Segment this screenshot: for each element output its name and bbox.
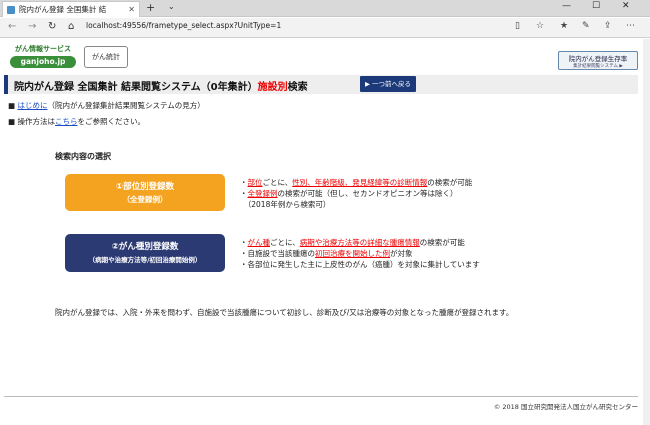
page-title-bar: 院内がん登録 全国集計 結果閲覧システム（0年集計）施設別検索	[4, 75, 638, 94]
intro-line-1: ■ はじめに（院内がん登録集計結果閲覧システムの見方）	[8, 100, 205, 111]
gan-toukei-button[interactable]: がん統計	[84, 46, 128, 68]
minimize-button[interactable]: —	[562, 1, 571, 11]
close-tab-icon[interactable]: ✕	[128, 5, 135, 14]
d: ・自施設で当該腫瘍の	[240, 249, 315, 258]
reading-view-icon[interactable]: ▯	[515, 21, 520, 31]
registration-note: 院内がん登録では、入院・外来を問わず、自施設で当該腫瘍について初診し、診断及び/…	[55, 308, 514, 317]
d: が対象	[390, 249, 413, 258]
more-icon[interactable]: ⋯	[626, 21, 635, 31]
logo-top-text: がん情報サービス	[15, 45, 71, 53]
browser-nav-bar: ← → ↻ ⌂ localhost:49556/frametype_select…	[0, 18, 650, 38]
d: 初回治療を開始した例	[315, 249, 390, 258]
d: 部位	[247, 178, 263, 187]
desc2-line2: ・自施設で当該腫瘍の初回治療を開始した例が対象	[240, 248, 413, 259]
favorites-hub-icon[interactable]: ★	[560, 21, 568, 31]
d: がん種	[247, 238, 271, 247]
survival-rate-title: 院内がん登録生存率	[568, 55, 628, 63]
d: の検索が可能	[419, 238, 465, 247]
d: ・各部位に発生した主に上皮性のがん（癌腫）を対象に集計しています	[240, 260, 480, 269]
favicon-icon	[7, 5, 15, 14]
intro-link[interactable]: はじめに	[17, 101, 47, 110]
survival-rate-subtitle: 集計結果閲覧システム ▶	[573, 64, 623, 69]
refresh-icon[interactable]: ↻	[48, 21, 56, 32]
favorite-star-icon[interactable]: ☆	[536, 21, 544, 31]
howto-prefix: ■ 操作方法は	[8, 117, 55, 126]
footer-divider	[4, 396, 638, 397]
tab-title: 院内がん登録 全国集計 結	[19, 5, 107, 14]
cancer-type-sublabel: （病期や治療方法等/初回治療開始例）	[88, 256, 202, 264]
cancer-type-count-button[interactable]: ②がん種別登録数 （病期や治療方法等/初回治療開始例）	[65, 234, 225, 272]
d: ・	[240, 238, 248, 247]
vertical-scrollbar[interactable]	[643, 39, 650, 425]
d: 性別、年齢階級、発見経緯等の診断情報	[292, 178, 428, 187]
intro-suffix: （院内がん登録集計結果閲覧システムの見方）	[47, 101, 205, 110]
home-icon[interactable]: ⌂	[68, 21, 74, 32]
d: の検索が可能	[427, 178, 473, 187]
d: ・	[240, 189, 248, 198]
desc2-line3: ・各部位に発生した主に上皮性のがん（癌腫）を対象に集計しています	[240, 259, 480, 270]
maximize-button[interactable]: ☐	[592, 1, 600, 11]
desc1-line3: （2018年例から検索可）	[240, 199, 330, 210]
browser-tab-bar: 院内がん登録 全国集計 結 ✕ + ⌄ — ☐ ✕	[0, 0, 650, 17]
d: ・	[240, 178, 248, 187]
page-title: 院内がん登録 全国集計 結果閲覧システム（0年集計）施設別検索	[14, 78, 308, 93]
share-icon[interactable]: ⇪	[604, 21, 612, 31]
close-window-button[interactable]: ✕	[622, 1, 630, 11]
section-heading: 検索内容の選択	[55, 152, 111, 161]
d: （2018年例から検索可）	[240, 200, 331, 209]
cancer-type-label: ②がん種別登録数	[111, 242, 179, 252]
page-title-main: 院内がん登録 全国集計 結果閲覧システム（0年集計）	[14, 82, 258, 93]
copyright: © 2018 国立研究開発法人国立がん研究センター	[493, 403, 638, 411]
back-icon[interactable]: ←	[8, 21, 16, 32]
go-back-button[interactable]: ▶ 一つ前へ戻る	[360, 76, 416, 92]
survival-rate-link[interactable]: 院内がん登録生存率 集計結果閲覧システム ▶	[558, 51, 638, 70]
tab-list-icon[interactable]: ⌄	[168, 2, 175, 11]
d: 病期や治療方法等の詳細な腫瘍情報	[299, 238, 420, 247]
howto-suffix: をご参照ください。	[77, 117, 145, 126]
page-title-suffix: 検索	[287, 82, 308, 93]
desc1-line1: ・部位ごとに、性別、年齢階級、発見経緯等の診断情報の検索が可能	[240, 177, 472, 188]
new-tab-button[interactable]: +	[146, 1, 155, 14]
site-count-button[interactable]: ①部位別登録数 （全登録例）	[65, 174, 225, 211]
site-count-sublabel: （全登録例）	[122, 195, 168, 204]
ganjoho-logo[interactable]: がん情報サービス ganjoho.jp	[10, 44, 76, 70]
d: ごとに、	[270, 238, 300, 247]
intro-line-2: ■ 操作方法はこちらをご参照ください。	[8, 116, 145, 127]
desc1-line2: ・全登録例の検索が可能（但し、セカンドオピニオン等は除く）	[240, 188, 458, 199]
page-title-red: 施設別	[257, 82, 288, 93]
desc2-line1: ・がん種ごとに、病期や治療方法等の詳細な腫瘍情報の検索が可能	[240, 237, 465, 248]
forward-icon[interactable]: →	[28, 21, 36, 32]
d: の検索が可能（但し、セカンドオピニオン等は除く）	[277, 189, 458, 198]
browser-tab[interactable]: 院内がん登録 全国集計 結 ✕	[2, 1, 140, 17]
logo-bottom-text: ganjoho.jp	[10, 56, 76, 68]
d: ごとに、	[262, 178, 293, 187]
d: 全登録例	[247, 189, 278, 198]
howto-link[interactable]: こちら	[55, 117, 78, 126]
address-bar[interactable]: localhost:49556/frametype_select.aspx?Un…	[86, 21, 281, 30]
site-count-label: ①部位別登録数	[115, 182, 175, 192]
pen-icon[interactable]: ✎	[582, 21, 590, 31]
